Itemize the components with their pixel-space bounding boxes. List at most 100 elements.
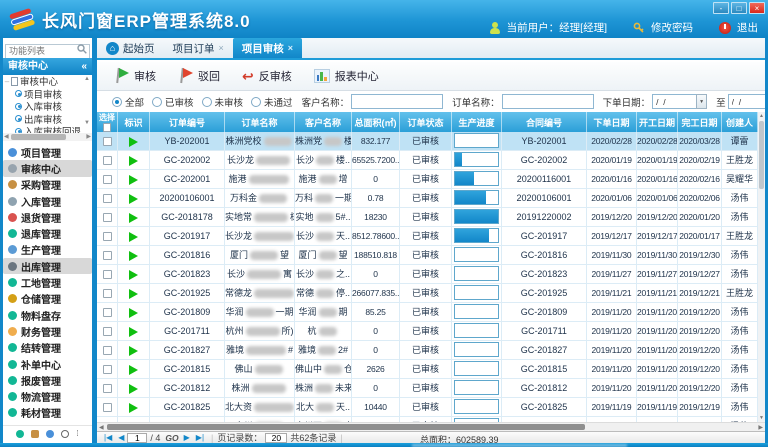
footer-cart-icon[interactable] xyxy=(31,430,39,438)
start-date-cell: 2019/12/17 xyxy=(637,227,678,246)
tree-scroll-down-icon[interactable]: ▼ xyxy=(83,120,91,126)
customer-name-input[interactable] xyxy=(351,94,443,109)
row-checkbox[interactable] xyxy=(103,175,112,184)
sidebar-item-仓储管理[interactable]: 仓储管理 xyxy=(3,291,92,307)
toolbar-button-反审核[interactable]: ↩反审核 xyxy=(231,63,303,89)
sidebar-item-物料盘存[interactable]: 物料盘存 xyxy=(3,307,92,323)
first-page-button[interactable]: |◀ xyxy=(104,433,112,442)
sidebar-item-物流管理[interactable]: 物流管理 xyxy=(3,388,92,404)
tab-close-icon[interactable]: × xyxy=(288,43,293,53)
row-checkbox[interactable] xyxy=(103,251,112,260)
tree-expander-icon[interactable]: – xyxy=(3,77,11,86)
redacted-text xyxy=(319,308,337,317)
page-size-input[interactable] xyxy=(265,433,287,443)
next-page-button[interactable]: ▶ xyxy=(184,433,190,442)
row-checkbox[interactable] xyxy=(103,327,112,336)
sidebar-item-审核中心[interactable]: 审核中心 xyxy=(3,160,92,176)
tab-close-icon[interactable]: × xyxy=(219,43,224,53)
order-date-from-input[interactable] xyxy=(652,94,696,109)
scroll-down-icon[interactable]: ▼ xyxy=(758,415,765,421)
order-no-cell: 20200106001 xyxy=(150,189,225,208)
creator-cell: 谭雷 xyxy=(722,132,758,151)
collapse-icon[interactable]: « xyxy=(81,58,87,75)
table-row: YB-202001株洲党校株洲党楼..832.177已审核YB-20200120… xyxy=(97,132,765,151)
contract-no-cell: GC-201925 xyxy=(502,284,587,303)
sidebar-item-退库管理[interactable]: 退库管理 xyxy=(3,225,92,241)
sidebar-item-入库管理[interactable]: 入库管理 xyxy=(3,193,92,209)
row-checkbox[interactable] xyxy=(103,137,112,146)
redacted-text xyxy=(316,270,334,279)
radio-全部[interactable] xyxy=(112,97,122,107)
radio-已审核[interactable] xyxy=(152,97,162,107)
radio-未审核[interactable] xyxy=(202,97,212,107)
row-checkbox[interactable] xyxy=(103,156,112,165)
sidebar-item-结转管理[interactable]: 结转管理 xyxy=(3,340,92,356)
go-button[interactable]: GO xyxy=(165,433,178,443)
order-date-to-input[interactable] xyxy=(728,94,765,109)
vertical-scrollbar-thumb[interactable] xyxy=(759,121,764,189)
tree-root-audit-center[interactable]: – 审核中心 xyxy=(3,75,92,88)
row-checkbox[interactable] xyxy=(103,365,112,374)
scroll-left-icon[interactable]: ◀ xyxy=(99,424,104,431)
sidebar-item-耗材管理[interactable]: 耗材管理 xyxy=(3,405,92,421)
footer-pen-icon[interactable] xyxy=(46,430,54,438)
sidebar-item-工地管理[interactable]: 工地管理 xyxy=(3,274,92,290)
radio-未通过[interactable] xyxy=(251,97,261,107)
toolbar-button-驳回[interactable]: 驳回 xyxy=(167,63,231,89)
row-checkbox[interactable] xyxy=(103,194,112,203)
footer-dot-icon[interactable] xyxy=(16,430,24,438)
row-checkbox[interactable] xyxy=(103,308,112,317)
order-status-cell: 已审核 xyxy=(400,341,452,360)
tree-item-出库审核[interactable]: 出库审核 xyxy=(3,113,92,126)
footer-clock-icon[interactable] xyxy=(61,430,69,438)
tree-scroll-left-icon[interactable]: ◀ xyxy=(4,133,9,140)
scroll-up-icon[interactable]: ▲ xyxy=(758,113,765,119)
row-checkbox[interactable] xyxy=(103,346,112,355)
calendar-dropdown-icon[interactable]: ▼ xyxy=(696,94,707,109)
tree-scroll-right-icon[interactable]: ▶ xyxy=(86,133,91,140)
tab-项目订单[interactable]: 项目订单× xyxy=(164,38,233,58)
table-horizontal-scrollbar[interactable]: ◀ ▶ xyxy=(97,422,765,431)
creator-cell: 汤伟 xyxy=(722,341,758,360)
order-name-cell: 长沙龙 xyxy=(225,151,295,170)
footer-more-icon[interactable]: ⁞ xyxy=(76,430,78,438)
table-vertical-scrollbar[interactable]: ▲ ▼ xyxy=(758,112,765,422)
tree-item-入库审核[interactable]: 入库审核 xyxy=(3,100,92,113)
toolbar-button-审核[interactable]: 审核 xyxy=(103,63,167,89)
prev-page-button[interactable]: ◀ xyxy=(118,433,124,442)
toolbar-button-报表中心[interactable]: 报表中心 xyxy=(303,63,390,89)
horizontal-scrollbar-thumb[interactable] xyxy=(107,424,585,430)
minimize-button[interactable]: - xyxy=(713,2,729,14)
sidebar-item-退货管理[interactable]: 退货管理 xyxy=(3,209,92,225)
row-checkbox[interactable] xyxy=(103,289,112,298)
sidebar-item-采购管理[interactable]: 采购管理 xyxy=(3,177,92,193)
logout-link[interactable]: 退出 xyxy=(737,20,758,35)
sidebar-item-补单中心[interactable]: 补单中心 xyxy=(3,356,92,372)
tree-vertical-scrollbar[interactable]: ▲ ▼ xyxy=(83,76,91,126)
select-all-checkbox[interactable] xyxy=(103,123,111,132)
row-checkbox[interactable] xyxy=(103,270,112,279)
tree-scrollbar-thumb[interactable] xyxy=(11,134,66,140)
last-page-button[interactable]: ▶| xyxy=(196,433,204,442)
row-checkbox[interactable] xyxy=(103,213,112,222)
maximize-button[interactable]: □ xyxy=(731,2,747,14)
sidebar-item-报废管理[interactable]: 报废管理 xyxy=(3,372,92,388)
scroll-right-icon[interactable]: ▶ xyxy=(758,424,763,431)
sidebar-item-财务管理[interactable]: 财务管理 xyxy=(3,323,92,339)
tab-起始页[interactable]: ⌂起始页 xyxy=(97,38,164,58)
close-button[interactable]: × xyxy=(749,2,765,14)
order-name-input[interactable] xyxy=(502,94,594,109)
progress-bar-fill xyxy=(455,210,498,223)
tab-项目审核[interactable]: 项目审核× xyxy=(233,38,302,58)
sidebar-item-项目管理[interactable]: 项目管理 xyxy=(3,144,92,160)
page-number-input[interactable] xyxy=(127,433,147,443)
row-checkbox[interactable] xyxy=(103,232,112,241)
change-password-link[interactable]: 修改密码 xyxy=(651,20,693,35)
sidebar-item-出库管理[interactable]: 出库管理 xyxy=(3,258,92,274)
tree-scroll-up-icon[interactable]: ▲ xyxy=(83,76,91,82)
row-checkbox[interactable] xyxy=(103,403,112,412)
tree-item-项目审核[interactable]: 项目审核 xyxy=(3,88,92,101)
row-checkbox[interactable] xyxy=(103,384,112,393)
tree-horizontal-scrollbar[interactable]: ◀ ▶ xyxy=(3,133,92,141)
sidebar-item-生产管理[interactable]: 生产管理 xyxy=(3,242,92,258)
